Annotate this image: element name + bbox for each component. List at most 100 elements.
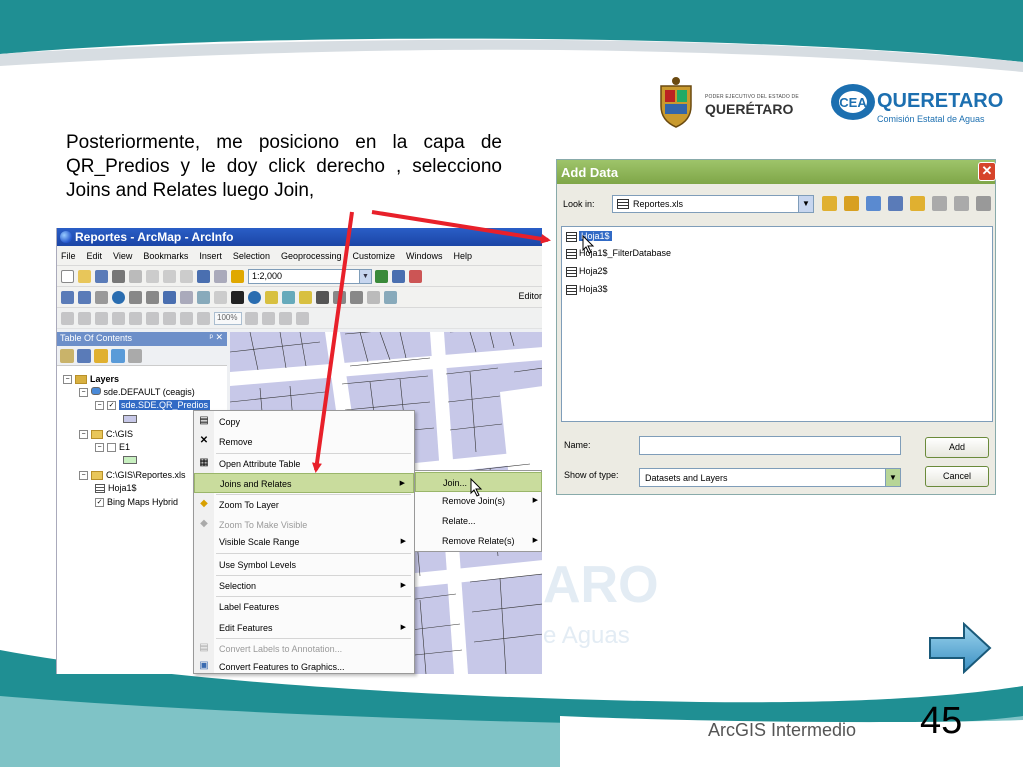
layout-zoom-out-icon[interactable] [78,311,91,325]
add-data-icon[interactable] [231,269,244,283]
chevron-down-icon[interactable]: ▼ [798,195,814,213]
back-arrow-icon[interactable] [163,290,176,304]
cut-icon[interactable] [129,269,142,283]
toc-db-connection[interactable]: − sde.DEFAULT (ceagis) [79,387,195,398]
layer-visibility-checkbox[interactable]: ✓ [107,401,116,411]
toc-folder-gis[interactable]: − C:\GIS [79,429,133,440]
menu-bookmarks[interactable]: Bookmarks [143,251,188,261]
list-by-visibility-icon[interactable] [94,348,108,363]
hyperlink-icon[interactable] [265,290,278,304]
fixed-zoom-out-icon[interactable] [146,290,159,304]
menu-view[interactable]: View [113,251,132,261]
collapse-icon[interactable]: − [79,388,88,398]
pan-hand-icon[interactable] [95,290,108,304]
toc-basemap[interactable]: ✓ Bing Maps Hybrid [95,497,178,508]
ctx-use-symbol-levels[interactable]: Use Symbol Levels [194,555,414,575]
redo-icon[interactable] [214,269,227,283]
find-route-icon[interactable] [333,290,346,304]
ctx-zoom-to-layer[interactable]: ◆ Zoom To Layer [194,495,414,515]
ctx-edit-features[interactable]: Edit Features ▶ [194,618,414,638]
connect-folder-icon[interactable] [866,196,881,211]
table-window-icon[interactable] [392,269,405,283]
show-of-type-select[interactable]: Datasets and Layers ▼ [639,468,901,487]
list-item-hoja3[interactable]: Hoja3$ [566,284,608,295]
ctx-copy[interactable]: ▤ Copy [194,412,414,432]
ctx-joins-and-relates[interactable]: Joins and Relates ▶ [194,473,414,493]
toggle-draft-mode-icon[interactable] [245,311,258,325]
pin-close-icon[interactable]: ᵖ ✕ [210,332,223,343]
new-document-icon[interactable] [61,269,74,283]
select-elements-icon[interactable] [231,290,244,304]
catalog-options-icon[interactable] [932,196,947,211]
catalog-delete-icon[interactable] [954,196,969,211]
menu-help[interactable]: Help [454,251,473,261]
zoom-out-icon[interactable] [78,290,91,304]
ctx-selection[interactable]: Selection ▶ [194,576,414,596]
layout-zoom-whole-page-icon[interactable] [112,311,125,325]
identify-icon[interactable] [248,290,261,304]
layout-zoom-input[interactable]: 100% [214,311,242,325]
chevron-down-icon[interactable]: ▼ [885,468,901,487]
collapse-icon[interactable]: − [79,471,88,481]
up-one-level-icon[interactable] [822,196,837,211]
toc-layer-qr-predios[interactable]: − ✓ sde.SDE.QR_Predios [95,400,211,411]
save-icon[interactable] [95,269,108,283]
layout-fixed-zoom-out-icon[interactable] [163,311,176,325]
sub-relate[interactable]: Relate... [415,511,542,531]
data-driven-pages-icon[interactable] [296,311,309,325]
editor-toolbar-icon[interactable] [375,269,388,283]
next-slide-arrow-icon[interactable] [928,622,992,674]
map-scale-input[interactable]: 1:2,000 ▼ [248,268,372,284]
fixed-zoom-in-icon[interactable] [129,290,142,304]
chevron-down-icon[interactable]: ▼ [359,269,371,283]
toc-layers-root[interactable]: − Layers [63,374,119,385]
arctoolbox-icon[interactable] [409,269,422,283]
ctx-label-features[interactable]: Label Features [194,597,414,617]
ctx-open-attribute-table[interactable]: ▦ Open Attribute Table [194,454,414,474]
open-folder-icon[interactable] [78,269,91,283]
time-slider-icon[interactable] [367,290,380,304]
collapse-icon[interactable]: − [63,375,72,385]
list-by-source-icon[interactable] [77,348,91,363]
toc-options-icon[interactable] [128,348,142,363]
create-viewer-icon[interactable] [384,290,397,304]
forward-arrow-icon[interactable] [180,290,193,304]
html-popup-icon[interactable] [282,290,295,304]
menu-customize[interactable]: Customize [353,251,396,261]
collapse-icon[interactable]: − [95,401,104,411]
select-features-icon[interactable] [197,290,210,304]
paste-icon[interactable] [163,269,176,283]
look-in-select[interactable]: Reportes.xls ▼ [612,195,814,213]
close-icon[interactable]: ✕ [978,162,996,181]
cancel-button[interactable]: Cancel [925,466,989,487]
delete-icon[interactable] [180,269,193,283]
go-home-icon[interactable] [844,196,859,211]
ctx-visible-scale-range[interactable]: Visible Scale Range ▶ [194,532,414,552]
layer-visibility-checkbox[interactable] [107,443,116,453]
layer-visibility-checkbox[interactable]: ✓ [95,498,104,508]
toc-layer-e1[interactable]: − E1 [95,442,130,453]
layout-back-icon[interactable] [180,311,193,325]
list-item-hoja2[interactable]: Hoja2$ [566,266,608,277]
zoom-in-icon[interactable] [61,290,74,304]
list-by-selection-icon[interactable] [111,348,125,363]
add-button[interactable]: Add [925,437,989,458]
find-binoculars-icon[interactable] [316,290,329,304]
ctx-convert-features[interactable]: ▣ Convert Features to Graphics... [194,657,414,677]
menu-edit[interactable]: Edit [87,251,103,261]
change-layout-icon[interactable] [279,311,292,325]
toc-folder-reportes[interactable]: − C:\GIS\Reportes.xls [79,470,186,481]
go-to-xy-icon[interactable] [350,290,363,304]
measure-icon[interactable] [299,290,312,304]
toc-table-hoja1[interactable]: Hoja1$ [95,483,137,494]
menu-insert[interactable]: Insert [199,251,222,261]
collapse-icon[interactable]: − [79,430,88,440]
undo-icon[interactable] [197,269,210,283]
collapse-icon[interactable]: − [95,443,104,453]
view-options-icon[interactable] [888,196,903,211]
catalog-tools-icon[interactable] [976,196,991,211]
sub-remove-relates[interactable]: Remove Relate(s) ▶ [415,531,542,551]
list-by-drawing-order-icon[interactable] [60,348,74,363]
layout-pan-icon[interactable] [95,311,108,325]
layout-forward-icon[interactable] [197,311,210,325]
